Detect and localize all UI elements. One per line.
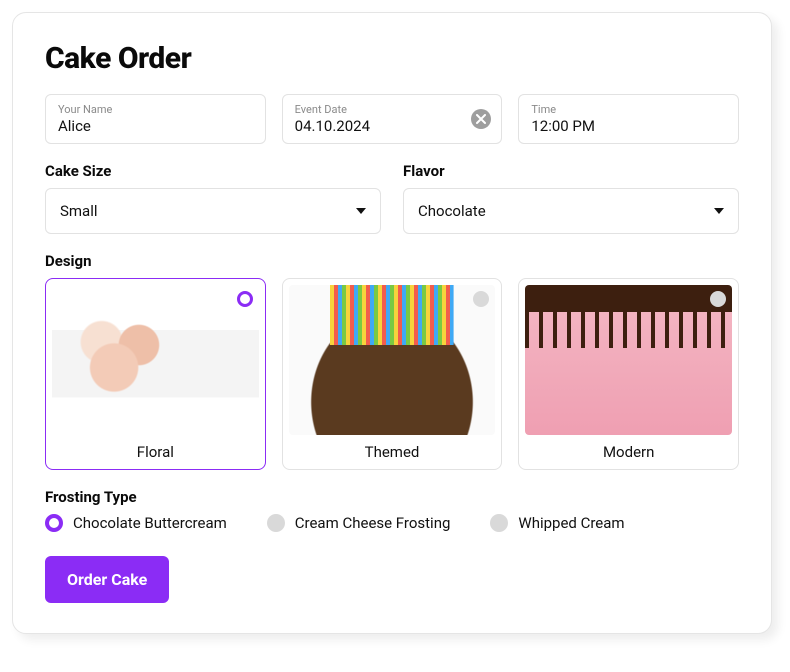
name-value: Alice — [58, 117, 253, 135]
clear-date-button[interactable] — [471, 109, 491, 129]
name-field[interactable]: Your Name Alice — [45, 94, 266, 144]
time-value: 12:00 PM — [531, 117, 726, 135]
frosting-option-chocolate[interactable]: Chocolate Buttercream — [45, 514, 227, 532]
basic-info-row: Your Name Alice Event Date 04.10.2024 Ti… — [45, 94, 739, 144]
cake-image-themed — [289, 285, 496, 435]
frosting-options: Chocolate Buttercream Cream Cheese Frost… — [45, 514, 739, 532]
date-field[interactable]: Event Date 04.10.2024 — [282, 94, 503, 144]
radio-icon — [237, 291, 253, 307]
size-label: Cake Size — [45, 162, 381, 180]
design-caption: Modern — [525, 435, 732, 467]
frosting-label: Frosting Type — [45, 488, 739, 506]
frosting-option-label: Chocolate Buttercream — [73, 514, 227, 532]
design-caption: Floral — [52, 435, 259, 467]
date-value: 04.10.2024 — [295, 117, 490, 135]
cake-image-floral — [52, 285, 259, 435]
radio-icon — [45, 514, 63, 532]
frosting-option-whipped[interactable]: Whipped Cream — [490, 514, 624, 532]
cake-image-modern — [525, 285, 732, 435]
frosting-option-creamcheese[interactable]: Cream Cheese Frosting — [267, 514, 451, 532]
design-card-floral[interactable]: Floral — [45, 278, 266, 470]
name-label: Your Name — [58, 103, 253, 116]
date-label: Event Date — [295, 103, 490, 116]
design-caption: Themed — [289, 435, 496, 467]
submit-button[interactable]: Order Cake — [45, 556, 169, 603]
flavor-select[interactable]: Chocolate — [403, 188, 739, 234]
flavor-col: Flavor Chocolate — [403, 162, 739, 234]
radio-icon — [490, 514, 508, 532]
frosting-option-label: Whipped Cream — [518, 514, 624, 532]
chevron-down-icon — [714, 208, 724, 214]
size-col: Cake Size Small — [45, 162, 381, 234]
size-flavor-row: Cake Size Small Flavor Chocolate — [45, 162, 739, 234]
frosting-option-label: Cream Cheese Frosting — [295, 514, 451, 532]
design-options: Floral Themed Modern — [45, 278, 739, 470]
flavor-value: Chocolate — [418, 202, 486, 220]
time-field[interactable]: Time 12:00 PM — [518, 94, 739, 144]
page-title: Cake Order — [45, 41, 739, 76]
order-form-card: Cake Order Your Name Alice Event Date 04… — [12, 12, 772, 634]
size-select[interactable]: Small — [45, 188, 381, 234]
design-card-modern[interactable]: Modern — [518, 278, 739, 470]
size-value: Small — [60, 202, 98, 220]
chevron-down-icon — [356, 208, 366, 214]
design-label: Design — [45, 252, 739, 270]
design-card-themed[interactable]: Themed — [282, 278, 503, 470]
flavor-label: Flavor — [403, 162, 739, 180]
radio-icon — [267, 514, 285, 532]
close-icon — [476, 114, 486, 124]
radio-icon — [710, 291, 726, 307]
time-label: Time — [531, 103, 726, 116]
